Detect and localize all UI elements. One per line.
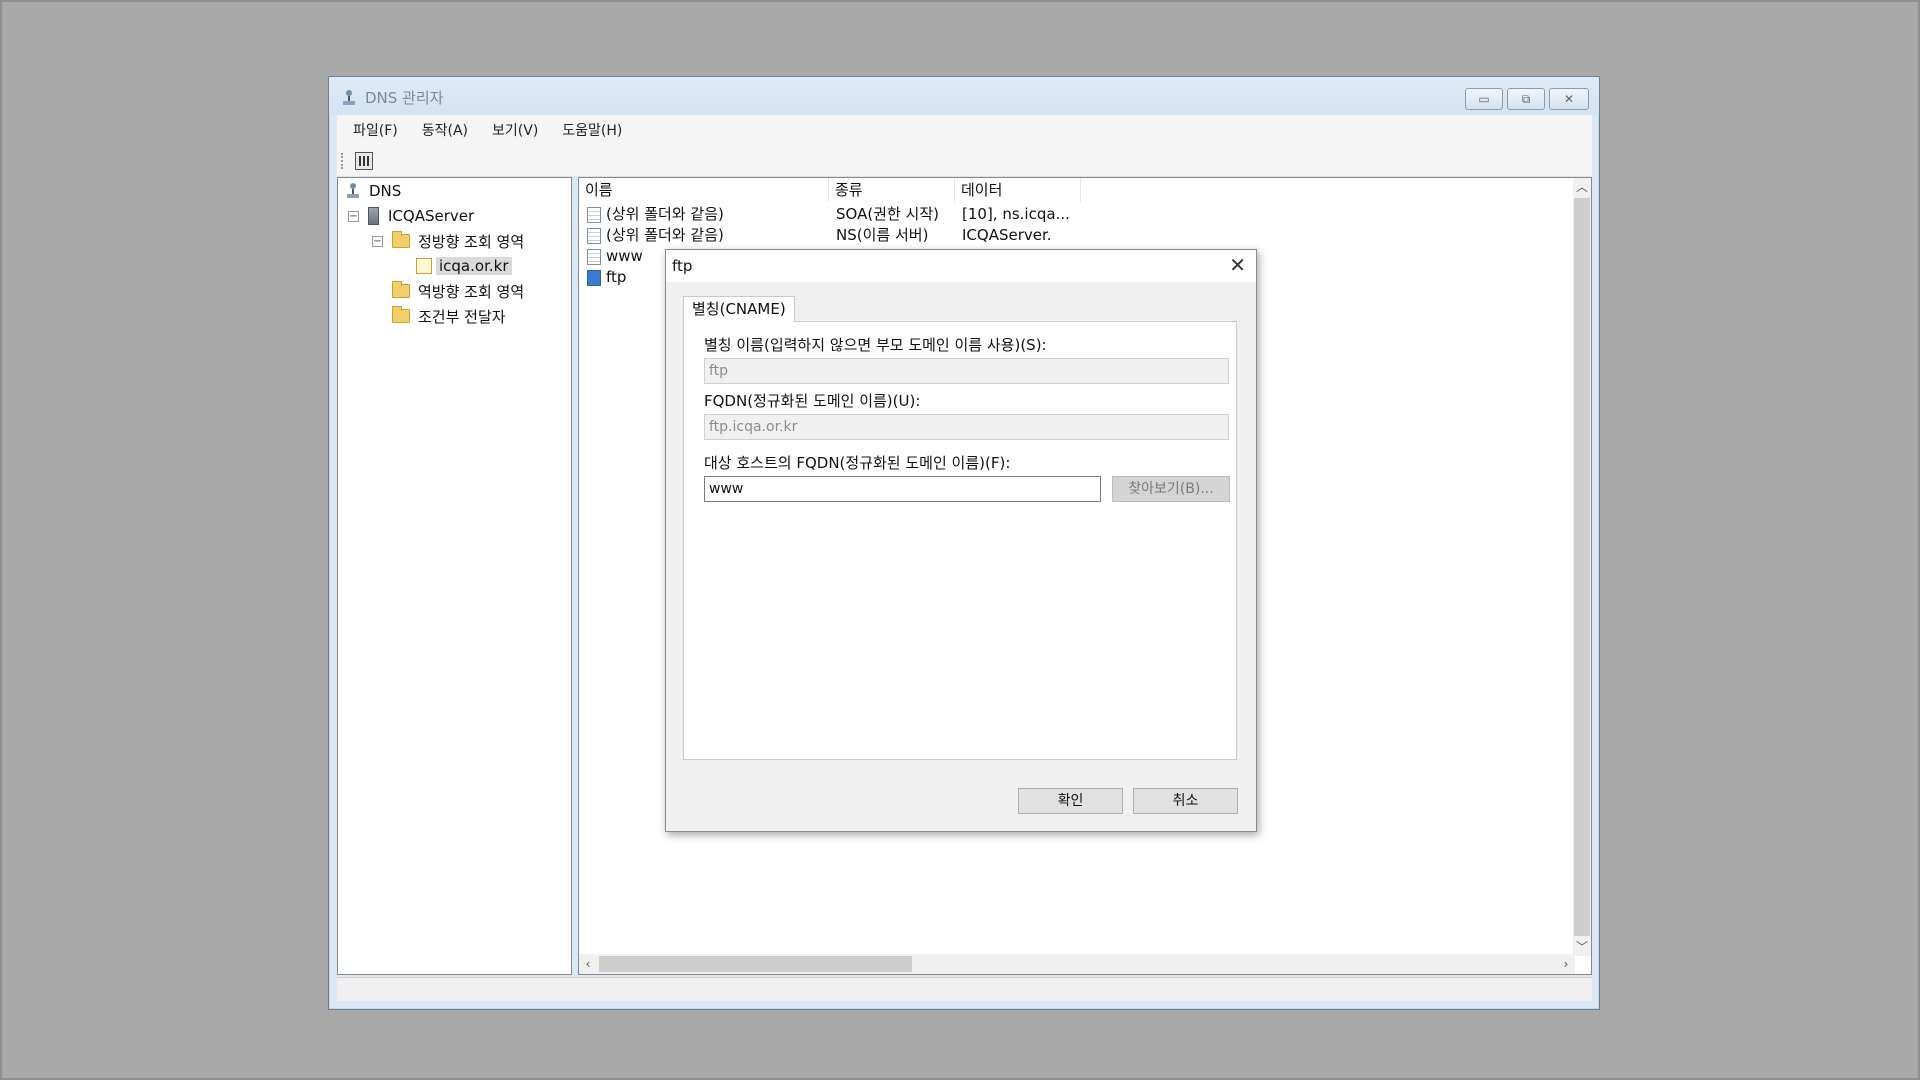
scroll-up-icon[interactable]: ︿: [1573, 178, 1591, 196]
restore-button[interactable]: ⧉: [1507, 88, 1545, 110]
zone-icon: [416, 258, 432, 274]
dns-root-icon: [347, 183, 359, 198]
record-name: www: [606, 247, 643, 265]
tree-item-reverse-zones[interactable]: 역방향 조회 영역: [392, 280, 524, 302]
status-bar: [337, 977, 1592, 1001]
browse-button[interactable]: 찾아보기(B)...: [1112, 476, 1230, 502]
folder-icon: [392, 231, 410, 248]
fqdn-field[interactable]: [704, 414, 1229, 440]
fqdn-label: FQDN(정규화된 도메인 이름)(U):: [704, 392, 921, 410]
restore-icon: ⧉: [1521, 91, 1531, 106]
record-name: (상위 폴더와 같음): [606, 226, 724, 244]
list-item[interactable]: (상위 폴더와 같음) SOA(권한 시작) [10], ns.icqa...: [579, 204, 1079, 225]
toolbar-grip[interactable]: [341, 153, 344, 169]
record-properties-dialog: ftp ✕ 별칭(CNAME) 별칭 이름(입력하지 않으면 부모 도메인 이름…: [665, 249, 1257, 832]
dns-app-icon: [343, 90, 355, 105]
menu-help[interactable]: 도움말(H): [562, 120, 622, 140]
server-icon: [368, 207, 379, 225]
scroll-right-icon[interactable]: ›: [1557, 955, 1575, 973]
close-icon[interactable]: ✕: [1229, 255, 1246, 275]
window-title: DNS 관리자: [365, 89, 444, 107]
collapse-icon[interactable]: −: [348, 210, 359, 222]
title-bar[interactable]: DNS 관리자 ▭ ⧉ ✕: [329, 77, 1599, 115]
record-type: SOA(권한 시작): [836, 205, 939, 223]
record-data: ICQAServer.: [962, 226, 1052, 244]
tree-label-server: ICQAServer: [388, 207, 475, 225]
vertical-scrollbar[interactable]: ︿ ﹀: [1573, 178, 1591, 956]
minimize-button[interactable]: ▭: [1465, 88, 1503, 110]
toolbar: [337, 145, 1592, 177]
export-list-icon[interactable]: [355, 152, 373, 170]
ok-button[interactable]: 확인: [1018, 788, 1123, 814]
record-type: NS(이름 서버): [836, 226, 929, 244]
record-icon: [587, 228, 601, 244]
tree-label-forward-zones: 정방향 조회 영역: [418, 232, 525, 251]
column-header-data[interactable]: 데이터: [955, 178, 1081, 202]
folder-icon: [392, 306, 410, 323]
tree-item-server[interactable]: − ICQAServer: [348, 205, 474, 227]
tree-label-conditional-forwarders: 조건부 전달자: [418, 307, 506, 326]
vertical-scroll-thumb[interactable]: [1574, 198, 1590, 936]
record-data: [10], ns.icqa...: [962, 205, 1070, 223]
console-tree: DNS − ICQAServer − 정방향 조회 영역 icqa.or.kr …: [337, 177, 572, 975]
record-icon: [587, 207, 601, 223]
menu-view[interactable]: 보기(V): [492, 120, 538, 140]
target-fqdn-label: 대상 호스트의 FQDN(정규화된 도메인 이름)(F):: [704, 454, 1011, 472]
record-icon: [587, 270, 601, 286]
dialog-title: ftp: [672, 257, 693, 275]
alias-name-field[interactable]: [704, 358, 1229, 384]
minimize-icon: ▭: [1478, 92, 1490, 106]
menu-file[interactable]: 파일(F): [353, 120, 398, 140]
tree-label-reverse-zones: 역방향 조회 영역: [418, 282, 525, 301]
close-button[interactable]: ✕: [1549, 88, 1589, 110]
record-name: ftp: [606, 268, 627, 286]
horizontal-scrollbar[interactable]: ‹ ›: [579, 954, 1575, 974]
tree-item-conditional-forwarders[interactable]: 조건부 전달자: [392, 305, 506, 327]
target-fqdn-field[interactable]: [704, 476, 1101, 502]
close-icon: ✕: [1563, 92, 1575, 106]
horizontal-scroll-thumb[interactable]: [599, 956, 912, 972]
menu-bar: 파일(F) 동작(A) 보기(V) 도움말(H): [337, 115, 1592, 145]
record-name: (상위 폴더와 같음): [606, 205, 724, 223]
menu-action[interactable]: 동작(A): [422, 120, 468, 140]
dialog-title-bar[interactable]: ftp ✕: [666, 250, 1256, 282]
column-header-name[interactable]: 이름: [579, 178, 829, 202]
list-header: 이름 종류 데이터: [579, 178, 1591, 202]
scroll-left-icon[interactable]: ‹: [579, 955, 597, 973]
record-icon: [587, 249, 601, 265]
tree-item-dns[interactable]: DNS: [345, 180, 401, 202]
alias-name-label: 별칭 이름(입력하지 않으면 부모 도메인 이름 사용)(S):: [704, 336, 1047, 354]
tree-item-zone[interactable]: icqa.or.kr: [416, 255, 512, 277]
tree-label-zone: icqa.or.kr: [436, 257, 512, 275]
scroll-down-icon[interactable]: ﹀: [1573, 938, 1591, 956]
folder-icon: [392, 281, 410, 298]
tab-cname[interactable]: 별칭(CNAME): [683, 296, 795, 322]
cancel-button[interactable]: 취소: [1133, 788, 1238, 814]
tab-panel: 별칭 이름(입력하지 않으면 부모 도메인 이름 사용)(S): FQDN(정규…: [683, 321, 1237, 760]
tree-item-forward-zones[interactable]: − 정방향 조회 영역: [372, 230, 524, 252]
tree-label-dns: DNS: [369, 182, 402, 200]
column-header-type[interactable]: 종류: [829, 178, 955, 202]
list-item[interactable]: (상위 폴더와 같음) NS(이름 서버) ICQAServer.: [579, 225, 1079, 246]
collapse-icon[interactable]: −: [372, 235, 383, 247]
